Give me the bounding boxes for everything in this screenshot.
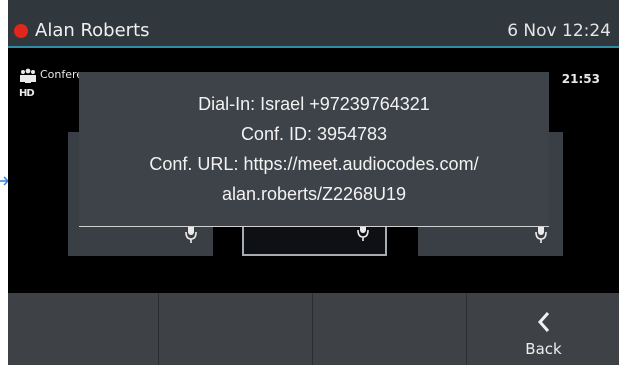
presence-dot-icon[interactable] <box>14 24 28 38</box>
dial-in-line: Dial-In: Israel +97239764321 <box>198 94 430 114</box>
softkey-3[interactable] <box>316 293 467 365</box>
softkey-2[interactable] <box>162 293 313 365</box>
back-button[interactable]: Back <box>468 293 619 365</box>
status-bar: Alan Roberts 6 Nov 12:24 <box>8 0 619 48</box>
chevron-left-icon <box>537 312 550 332</box>
date-time: 6 Nov 12:24 <box>507 21 611 41</box>
back-label: Back <box>525 340 562 358</box>
conference-info-popup: Dial-In: Israel +97239764321 Conf. ID: 3… <box>79 72 549 227</box>
conf-id-line: Conf. ID: 3954783 <box>240 124 388 144</box>
call-timer: 21:53 <box>561 72 600 86</box>
conf-url-line: Conf. URL: https://meet.audiocodes.com/ <box>149 154 479 174</box>
softkey-bar: Back <box>8 293 619 365</box>
conf-url-line-2: alan.roberts/Z2268U19 <box>221 184 407 204</box>
conference-icon <box>20 68 36 83</box>
softkey-1[interactable] <box>8 293 159 365</box>
user-name: Alan Roberts <box>35 20 150 41</box>
hd-icon: HD <box>19 88 35 99</box>
phone-screen: Alan Roberts 6 Nov 12:24 Conference HD 2… <box>8 0 619 365</box>
